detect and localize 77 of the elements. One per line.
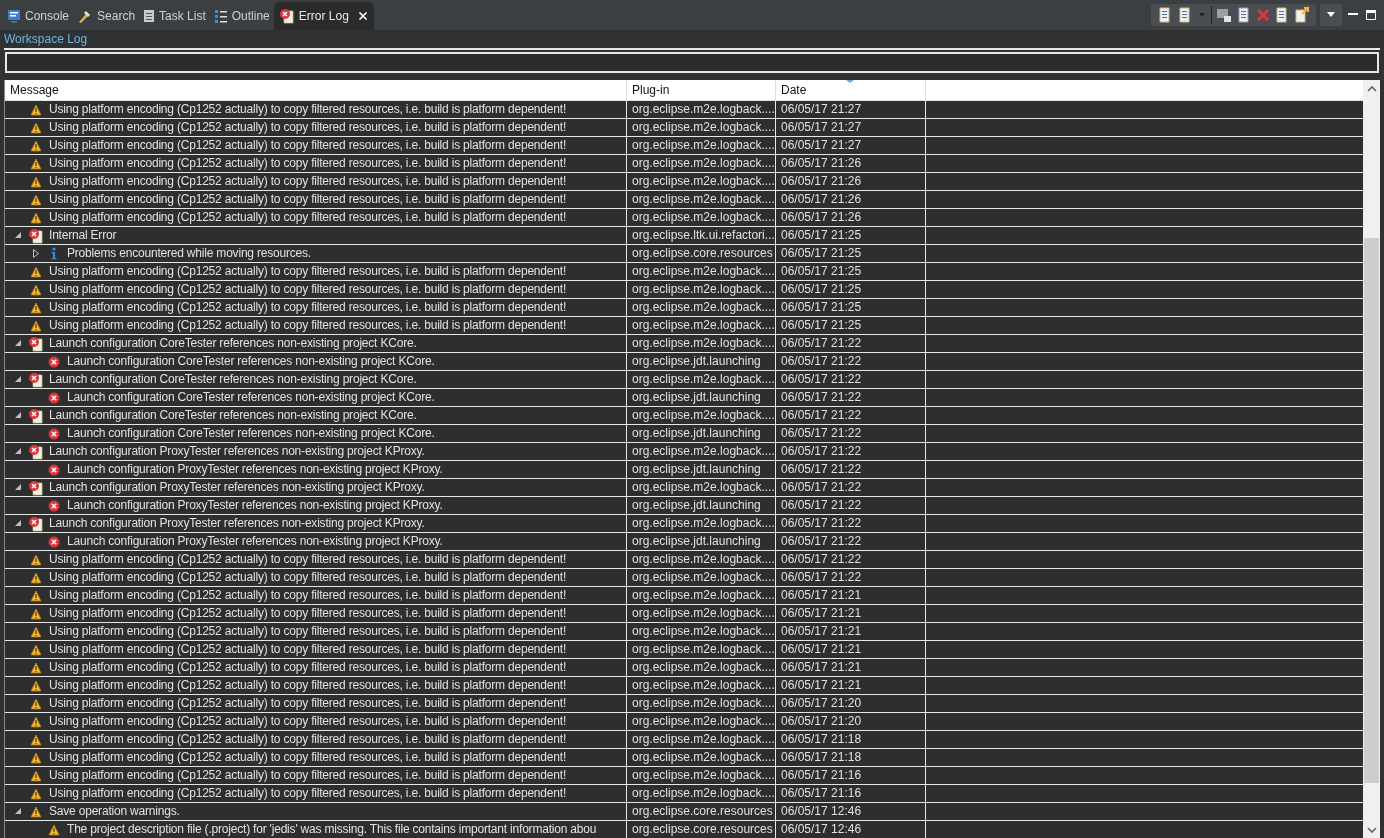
warning-icon	[30, 103, 42, 116]
warning-icon	[30, 553, 42, 566]
error-document-icon	[28, 371, 44, 388]
error-icon	[48, 463, 60, 476]
error-icon	[48, 427, 60, 440]
error-document-icon	[28, 407, 44, 424]
warning-icon	[30, 643, 42, 656]
view-tab[interactable]: Console	[3, 2, 74, 30]
warning-icon	[30, 283, 42, 296]
error-document-icon	[28, 515, 44, 532]
warning-icon	[30, 121, 42, 134]
warning-icon	[30, 589, 42, 602]
close-icon[interactable]	[356, 10, 369, 22]
warning-icon	[30, 769, 42, 782]
clear-document-icon[interactable]	[1236, 7, 1252, 23]
error-icon	[48, 391, 60, 404]
error-icon	[48, 535, 60, 548]
view-tab[interactable]: Error Log	[273, 2, 374, 30]
view-tab[interactable]: Task List	[139, 2, 210, 30]
warning-icon	[30, 193, 42, 206]
filter-field[interactable]	[5, 52, 1379, 73]
restore-log-icon[interactable]	[1216, 7, 1232, 23]
collapse-triangle-icon[interactable]	[14, 808, 22, 815]
warning-icon	[48, 823, 60, 836]
document-export-icon[interactable]	[1157, 7, 1173, 23]
error-document-icon	[28, 479, 44, 496]
error-document-icon	[28, 227, 44, 244]
collapse-triangle-icon[interactable]	[14, 484, 22, 491]
expand-triangle-icon[interactable]	[33, 249, 39, 258]
warning-icon	[30, 787, 42, 800]
warning-icon	[30, 733, 42, 746]
scrollbar[interactable]	[1363, 80, 1380, 838]
table-cell: The project description file (.project) for 'jedis' was missing. This file contains important information abou	[5, 821, 627, 838]
log-title: Workspace Log	[4, 30, 88, 48]
table-cell: org.eclipse.core.resources	[627, 821, 776, 838]
warning-icon	[30, 607, 42, 620]
warning-icon	[30, 571, 42, 584]
warning-icon	[30, 697, 42, 710]
view-tab[interactable]: Outline	[209, 2, 274, 30]
warning-icon	[30, 301, 42, 314]
warning-icon	[30, 661, 42, 674]
clipboard-icon	[143, 9, 156, 23]
collapse-triangle-icon[interactable]	[14, 520, 22, 527]
sort-indicator-icon	[846, 80, 854, 84]
warning-icon	[30, 157, 42, 170]
open-document-icon[interactable]	[1294, 7, 1310, 23]
view-menu-button[interactable]	[1320, 4, 1342, 26]
error-icon	[48, 499, 60, 512]
info-icon	[50, 247, 58, 260]
error-document-icon	[28, 335, 44, 352]
monitor-icon	[7, 9, 21, 23]
maximize-icon[interactable]	[1364, 8, 1378, 22]
collapse-triangle-icon[interactable]	[14, 448, 22, 455]
warning-icon	[30, 175, 42, 188]
caret-icon	[1327, 12, 1335, 18]
warning-icon	[30, 265, 42, 278]
warning-icon	[30, 715, 42, 728]
scrollbar-thumb[interactable]	[1364, 238, 1379, 783]
error-document-icon	[28, 443, 44, 460]
collapse-triangle-icon[interactable]	[14, 412, 22, 419]
collapse-triangle-icon[interactable]	[14, 340, 22, 347]
document-icon[interactable]	[1274, 7, 1290, 23]
warning-icon	[30, 751, 42, 764]
document-import-icon[interactable]	[1177, 7, 1193, 23]
warning-icon	[30, 139, 42, 152]
error-document-icon	[278, 8, 295, 24]
warning-icon	[30, 211, 42, 224]
error-icon	[48, 355, 60, 368]
view-tab[interactable]: Search	[73, 2, 140, 30]
table-cell: 06/05/17 12:46	[776, 821, 926, 838]
warning-icon	[30, 625, 42, 638]
collapse-triangle-icon[interactable]	[14, 376, 22, 383]
warning-icon	[30, 679, 42, 692]
outline-icon	[213, 9, 228, 23]
collapse-triangle-icon[interactable]	[14, 232, 22, 239]
warning-icon	[30, 319, 42, 332]
warning-icon	[30, 805, 42, 818]
